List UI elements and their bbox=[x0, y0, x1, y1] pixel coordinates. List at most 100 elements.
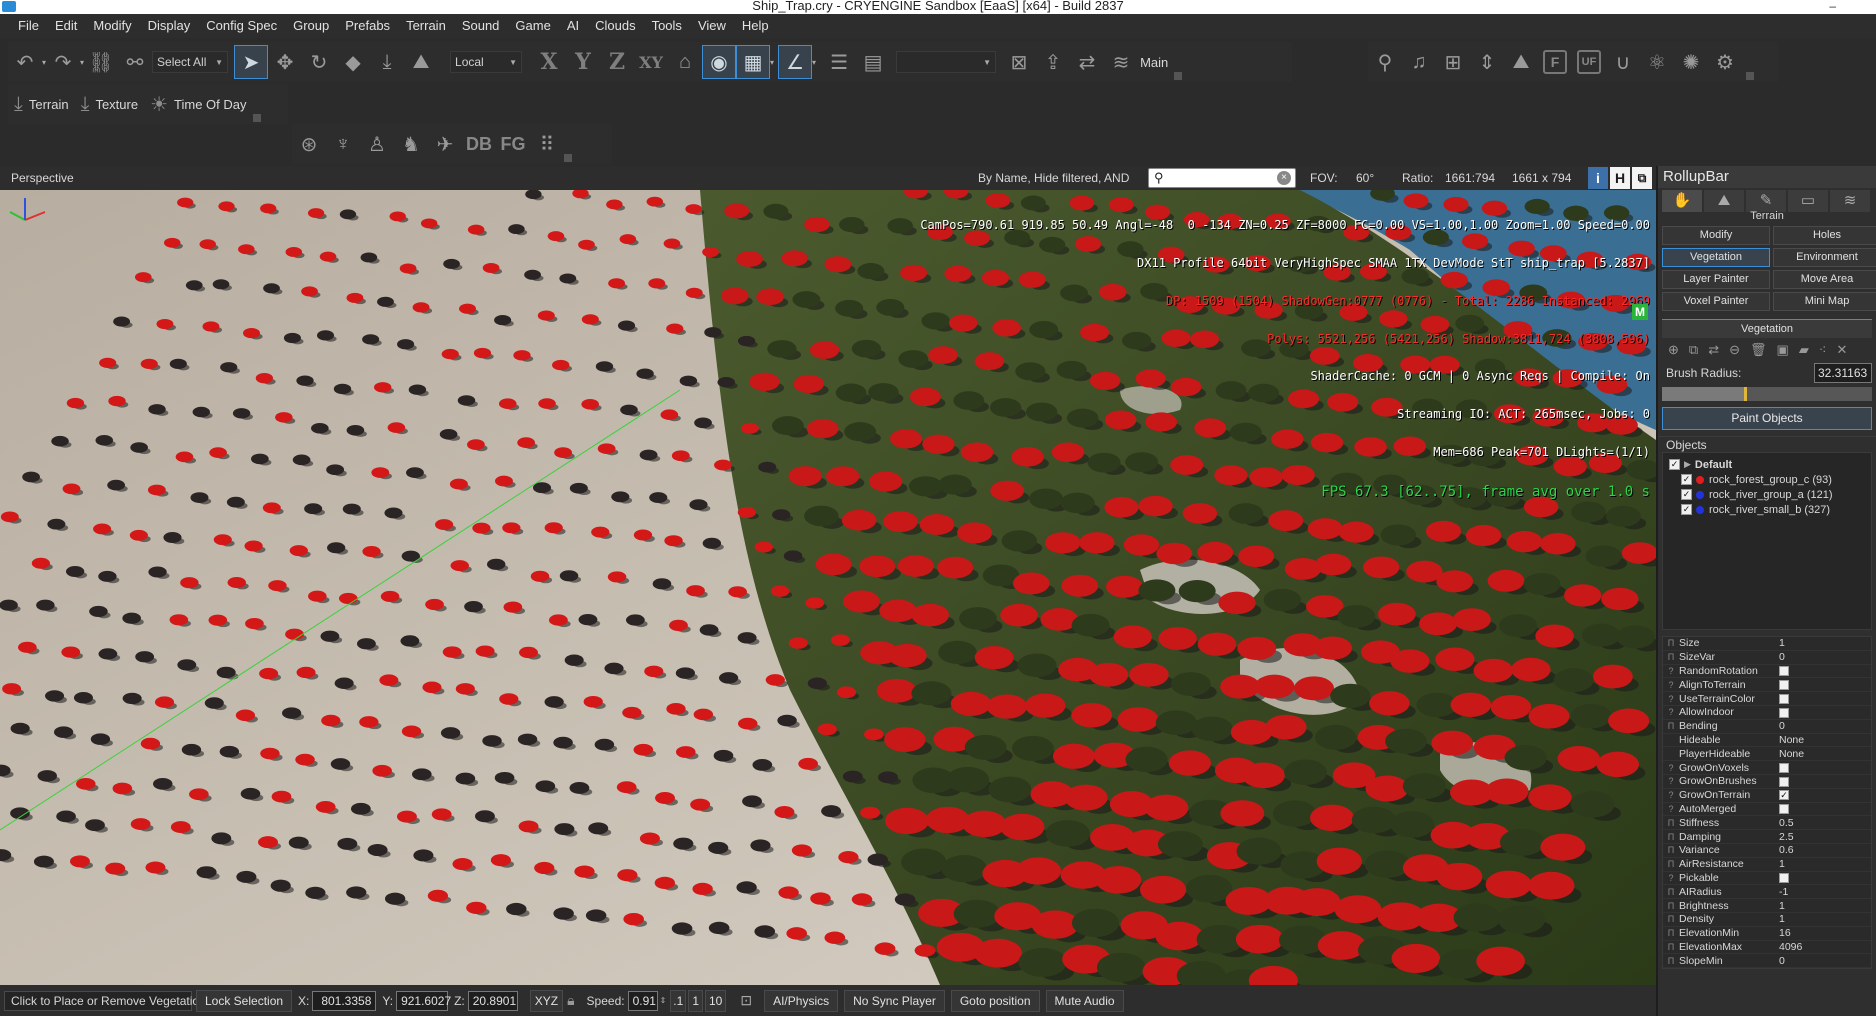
tree-item-row[interactable]: ✓ rock_river_small_b (327) bbox=[1663, 502, 1871, 517]
property-checkbox[interactable] bbox=[1779, 762, 1789, 773]
property-checkbox[interactable] bbox=[1779, 776, 1789, 787]
property-row[interactable]: ? AutoMerged bbox=[1663, 803, 1871, 817]
angle-dropdown-icon[interactable]: ▾ bbox=[812, 58, 816, 67]
delete-selection-button[interactable]: ⊠ bbox=[1002, 45, 1036, 79]
item-checkbox[interactable]: ✓ bbox=[1681, 474, 1692, 485]
speed-1-button[interactable]: 1 bbox=[688, 989, 703, 1012]
environment-button[interactable]: Environment bbox=[1773, 248, 1876, 267]
holes-button[interactable]: Holes bbox=[1773, 226, 1876, 245]
tool-4-button[interactable]: ⇕ bbox=[1470, 45, 1504, 79]
mannequin-button[interactable]: ♙ bbox=[360, 127, 394, 161]
menu-group[interactable]: Group bbox=[285, 14, 337, 38]
camera-icon[interactable]: ⊡ bbox=[740, 992, 752, 1009]
menu-game[interactable]: Game bbox=[507, 14, 558, 38]
speed-10-button[interactable]: 10 bbox=[705, 989, 727, 1012]
menu-edit[interactable]: Edit bbox=[47, 14, 85, 38]
ratio-value[interactable]: 1661:794 bbox=[1445, 171, 1495, 185]
property-value[interactable] bbox=[1776, 775, 1871, 787]
property-value[interactable]: 1 bbox=[1776, 913, 1871, 925]
database-view-button[interactable]: DB bbox=[464, 129, 494, 159]
select-list-button[interactable]: ▤ bbox=[856, 45, 890, 79]
property-row[interactable]: ? Pickable bbox=[1663, 872, 1871, 886]
no-sync-player-button[interactable]: No Sync Player bbox=[844, 989, 945, 1012]
property-value[interactable] bbox=[1776, 679, 1871, 691]
viewport-filter-label[interactable]: By Name, Hide filtered, AND bbox=[978, 171, 1129, 185]
unlink-button[interactable]: ⚯ bbox=[118, 45, 152, 79]
menu-modify[interactable]: Modify bbox=[85, 14, 139, 38]
item-checkbox[interactable]: ✓ bbox=[1681, 504, 1692, 515]
clone-icon[interactable]: ⧉ bbox=[1689, 342, 1698, 358]
menu-sound[interactable]: Sound bbox=[454, 14, 508, 38]
speed-0-1-button[interactable]: .1 bbox=[670, 989, 687, 1012]
scale-tool-button[interactable]: ◆ bbox=[336, 45, 370, 79]
axis-x-button[interactable]: X bbox=[532, 49, 566, 75]
paint-objects-button[interactable]: Paint Objects bbox=[1662, 407, 1872, 430]
item-checkbox[interactable]: ✓ bbox=[1681, 489, 1692, 500]
redo-button[interactable]: ↷ bbox=[46, 45, 80, 79]
time-of-day-button[interactable]: ☀ Time Of Day bbox=[144, 87, 252, 121]
property-checkbox[interactable] bbox=[1779, 693, 1789, 704]
select-all-combo[interactable]: Select All ▼ bbox=[152, 51, 229, 73]
x-coordinate-field[interactable]: 801.3358 bbox=[312, 990, 377, 1011]
property-row[interactable]: ? GrowOnTerrain ✓ bbox=[1663, 789, 1871, 803]
tree-group-row[interactable]: ✓ ▶ Default bbox=[1663, 457, 1871, 472]
link-button[interactable]: ⛓ bbox=[84, 45, 118, 79]
voxel-painter-button[interactable]: Voxel Painter bbox=[1662, 292, 1770, 311]
modify-button[interactable]: Modify bbox=[1662, 226, 1770, 245]
move-area-button[interactable]: Move Area bbox=[1773, 270, 1876, 289]
toolbar-grip[interactable] bbox=[564, 152, 572, 162]
resolution-value[interactable]: 1661 x 794 bbox=[1512, 171, 1571, 185]
selection-set-combo[interactable]: ▼ bbox=[896, 51, 997, 73]
vegetation-button[interactable]: Vegetation bbox=[1662, 248, 1770, 267]
tool-5-button[interactable]: ⛰ bbox=[1504, 45, 1538, 79]
layers-button[interactable]: ≋ bbox=[1104, 45, 1138, 79]
delete-icon[interactable]: 🗑︎ bbox=[1750, 342, 1767, 358]
viewport-search-input[interactable]: ⚲ × bbox=[1148, 168, 1296, 188]
property-row[interactable]: Π Brightness 1 bbox=[1663, 899, 1871, 913]
property-checkbox[interactable] bbox=[1779, 804, 1789, 815]
mini-map-button[interactable]: Mini Map bbox=[1773, 292, 1876, 311]
angle-snap-button[interactable]: ∠ bbox=[778, 45, 813, 79]
z-coordinate-field[interactable]: 20.8901 bbox=[467, 990, 518, 1011]
speed-spinner-icon[interactable]: ⇕ bbox=[660, 996, 667, 1005]
snap-terrain-button[interactable]: ⛰ bbox=[404, 45, 438, 79]
axis-z-button[interactable]: Z bbox=[600, 49, 634, 75]
ai-physics-button[interactable]: AI/Physics bbox=[764, 989, 839, 1012]
property-value[interactable]: ✓ bbox=[1776, 789, 1871, 801]
place-tool-button[interactable]: ⤓ bbox=[370, 45, 404, 79]
menu-display[interactable]: Display bbox=[140, 14, 199, 38]
xyz-toggle-button[interactable]: XYZ bbox=[529, 989, 564, 1012]
tree-item-row[interactable]: ✓ rock_river_group_a (121) bbox=[1663, 487, 1871, 502]
brush-radius-field[interactable]: 32.31163 bbox=[1814, 363, 1872, 383]
rotate-tool-button[interactable]: ↻ bbox=[302, 45, 336, 79]
group-checkbox[interactable]: ✓ bbox=[1669, 459, 1680, 470]
property-row[interactable]: Π Bending 0 bbox=[1663, 720, 1871, 734]
property-row[interactable]: Π Density 1 bbox=[1663, 913, 1871, 927]
vehicle-editor-button[interactable]: ✈ bbox=[428, 127, 462, 161]
y-coordinate-field[interactable]: 921.6027 bbox=[396, 990, 451, 1011]
fov-value[interactable]: 60° bbox=[1356, 171, 1374, 185]
property-row[interactable]: Π ElevationMax 4096 bbox=[1663, 941, 1871, 955]
property-row[interactable]: Hideable None bbox=[1663, 734, 1871, 748]
clear-search-icon[interactable]: × bbox=[1277, 171, 1291, 185]
property-value[interactable]: 1 bbox=[1776, 637, 1871, 649]
tab-terrain[interactable]: ⛰ bbox=[1704, 190, 1744, 212]
property-row[interactable]: Π Stiffness 0.5 bbox=[1663, 816, 1871, 831]
property-value[interactable] bbox=[1776, 872, 1871, 884]
property-value[interactable]: -1 bbox=[1776, 886, 1871, 898]
material-editor-button[interactable]: ⊛ bbox=[292, 127, 326, 161]
goto-position-button[interactable]: Goto position bbox=[950, 989, 1040, 1012]
property-value[interactable]: 2.5 bbox=[1776, 831, 1871, 843]
animation-button[interactable]: ♞ bbox=[394, 127, 428, 161]
property-value[interactable]: None bbox=[1776, 734, 1871, 746]
close-icon[interactable]: ✕ bbox=[1836, 342, 1847, 358]
character-editor-button[interactable]: ♆ bbox=[326, 127, 360, 161]
align-button[interactable]: ☰ bbox=[822, 45, 856, 79]
replace-icon[interactable]: ⇄ bbox=[1708, 342, 1719, 358]
scatter-icon[interactable]: ⁖ bbox=[1819, 342, 1827, 358]
axis-xy-button[interactable]: XY bbox=[634, 53, 668, 72]
grid-dropdown-icon[interactable]: ▾ bbox=[770, 58, 774, 67]
grid-editor-button[interactable]: ⠿ bbox=[530, 127, 564, 161]
property-row[interactable]: Π SlopeMin 0 bbox=[1663, 954, 1871, 969]
texture-button[interactable]: ⤓ Texture bbox=[75, 87, 144, 121]
